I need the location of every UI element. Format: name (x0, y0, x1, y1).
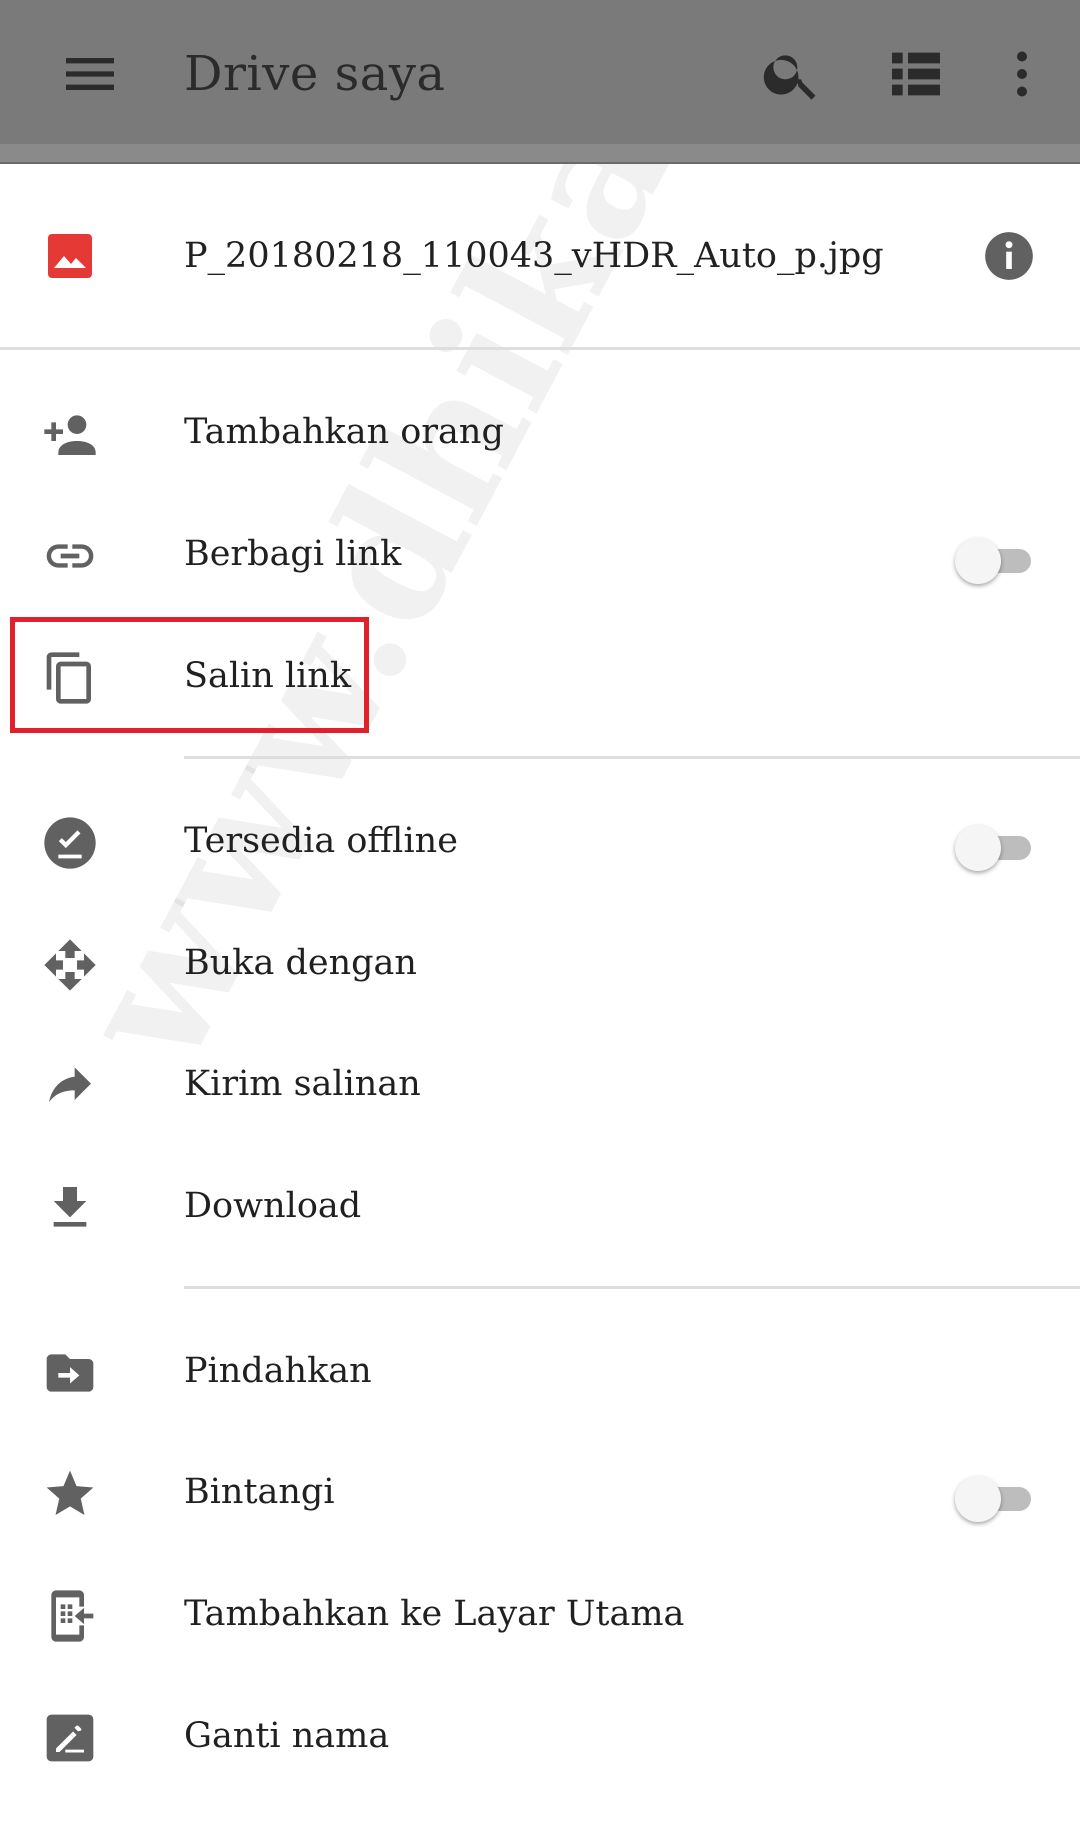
offline-toggle[interactable] (955, 825, 1035, 871)
menu-item-label: Pindahkan (184, 1351, 372, 1391)
menu-item-offline[interactable]: Tersedia offline (0, 787, 1080, 899)
menu-item-star[interactable]: Bintangi (0, 1438, 1080, 1550)
menu-item-rename[interactable]: Ganti nama (0, 1682, 1080, 1794)
toggle-thumb (955, 1476, 1001, 1522)
search-icon[interactable] (760, 42, 824, 106)
app-bar: Drive saya (0, 0, 1080, 164)
menu-item-label: Tersedia offline (184, 821, 458, 861)
more-vert-icon[interactable] (992, 42, 1052, 106)
menu-item-label: Tambahkan ke Layar Utama (184, 1594, 685, 1634)
menu-item-label: Tambahkan orang (184, 412, 504, 452)
person-add-icon (44, 415, 96, 455)
menu-item-label: Berbagi link (184, 534, 402, 574)
app-bar-shadow (0, 144, 1080, 162)
rename-edit-icon (46, 1714, 94, 1762)
menu-item-open-with[interactable]: Buka dengan (0, 909, 1080, 1021)
highlight-box (10, 617, 369, 733)
share-link-toggle[interactable] (955, 538, 1035, 584)
add-to-home-icon (51, 1590, 94, 1642)
divider (0, 347, 1080, 350)
info-icon[interactable] (983, 230, 1035, 282)
open-with-icon (44, 939, 96, 991)
menu-item-label: Ganti nama (184, 1716, 390, 1756)
menu-item-label: Bintangi (184, 1472, 335, 1512)
link-icon (46, 544, 94, 568)
toggle-thumb (955, 825, 1001, 871)
divider (184, 756, 1080, 759)
menu-item-add-home[interactable]: Tambahkan ke Layar Utama (0, 1560, 1080, 1672)
share-arrow-icon (49, 1067, 91, 1103)
menu-item-download[interactable]: Download (0, 1152, 1080, 1264)
divider (184, 1286, 1080, 1289)
menu-item-send-copy[interactable]: Kirim salinan (0, 1030, 1080, 1142)
star-icon (46, 1470, 94, 1515)
menu-item-add-people[interactable]: Tambahkan orang (0, 378, 1080, 490)
menu-item-label: Download (184, 1186, 362, 1226)
page-title: Drive saya (184, 46, 446, 102)
file-name: P_20180218_110043_vHDR_Auto_p.jpg (184, 236, 884, 276)
star-toggle[interactable] (955, 1476, 1035, 1522)
menu-item-share-link[interactable]: Berbagi link (0, 500, 1080, 612)
menu-item-move[interactable]: Pindahkan (0, 1317, 1080, 1429)
move-folder-icon (46, 1354, 94, 1392)
offline-check-icon (44, 817, 96, 869)
list-view-icon[interactable] (884, 42, 948, 106)
download-icon (53, 1187, 87, 1227)
menu-icon[interactable] (58, 42, 122, 106)
image-file-icon (48, 234, 92, 278)
menu-item-label: Kirim salinan (184, 1064, 421, 1104)
toggle-thumb (955, 538, 1001, 584)
menu-item-label: Buka dengan (184, 943, 417, 983)
